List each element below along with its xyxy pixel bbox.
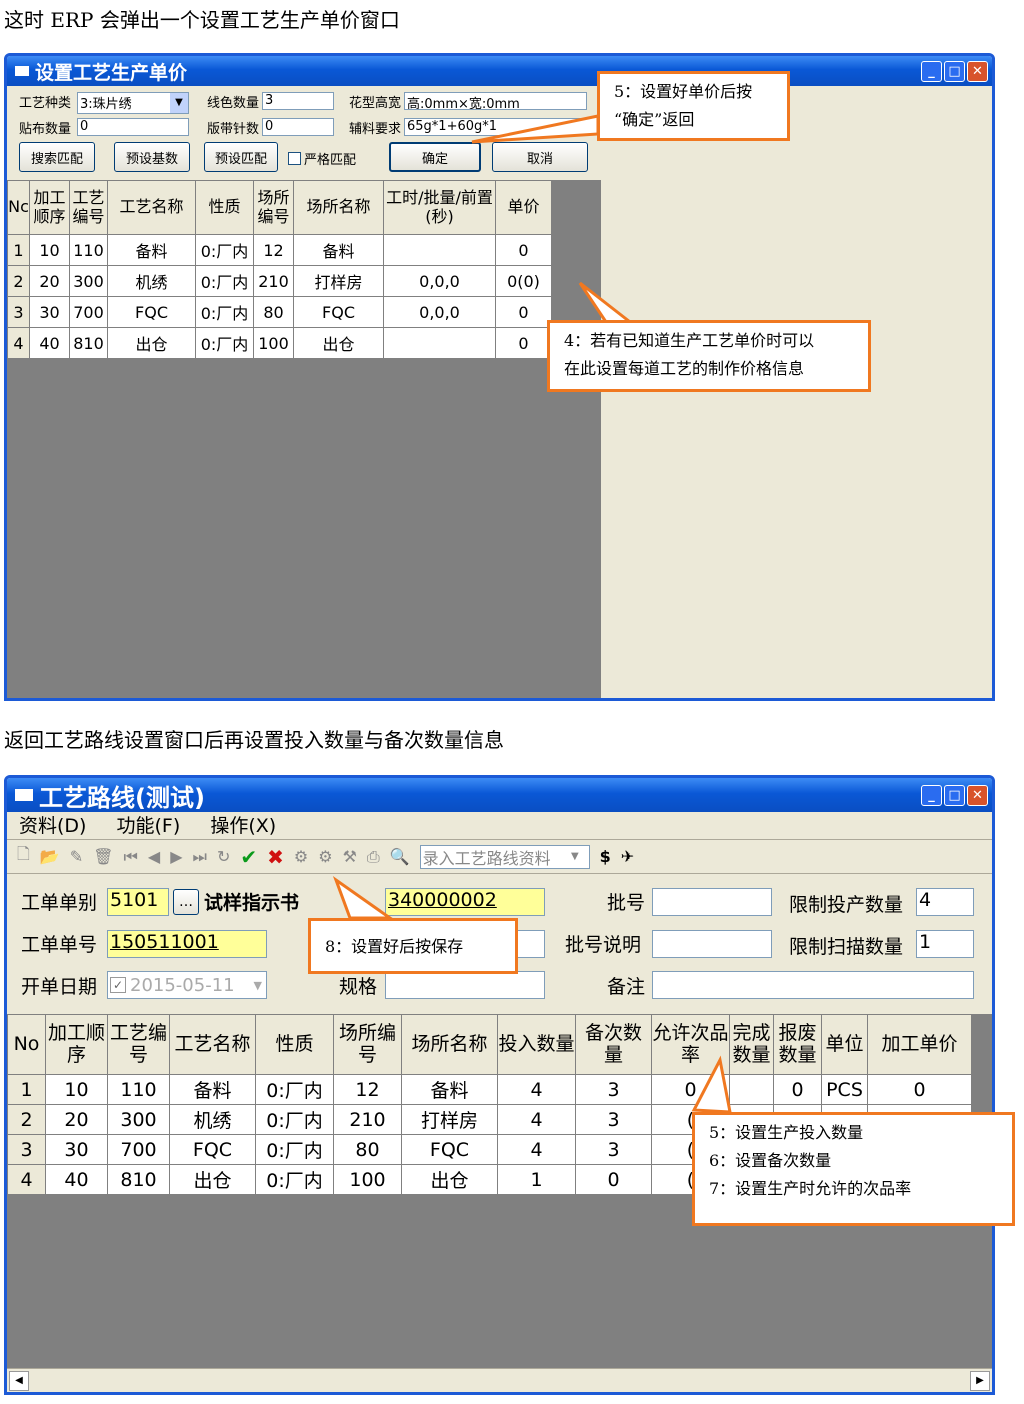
confirm-callout-pointer <box>471 114 600 144</box>
save-callout: 8：设置好后按保存 <box>308 918 518 974</box>
qty-callout-pointer <box>691 1055 732 1114</box>
confirm-callout-line1: 5：设置好单价后按 <box>614 82 753 101</box>
qty-callout: 5：设置生产投入数量 6：设置备次数量 7：设置生产时允许的次品率 <box>692 1112 1015 1226</box>
qty-callout-line1: 5：设置生产投入数量 <box>709 1123 864 1142</box>
price-callout: 4：若有已知道生产工艺单价时可以 在此设置每道工艺的制作价格信息 <box>547 320 871 392</box>
price-callout-line2: 在此设置每道工艺的制作价格信息 <box>564 359 805 378</box>
confirm-callout: 5：设置好单价后按 “确定”返回 <box>597 71 790 141</box>
save-callout-pointer <box>332 876 395 920</box>
qty-callout-line2: 6：设置备次数量 <box>709 1151 832 1170</box>
confirm-callout-line2: “确定”返回 <box>614 110 695 129</box>
price-callout-pointer <box>578 281 635 324</box>
qty-callout-line3: 7：设置生产时允许的次品率 <box>709 1179 912 1198</box>
price-callout-line1: 4：若有已知道生产工艺单价时可以 <box>564 331 815 350</box>
callout-pointers-2 <box>332 876 732 1114</box>
